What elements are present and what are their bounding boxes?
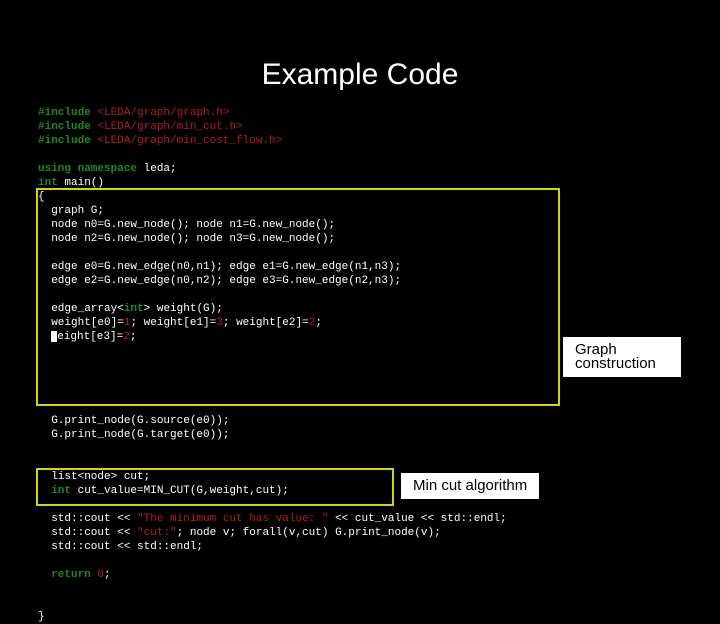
callout-graph: Graph construction <box>562 336 682 378</box>
code-text: << cut_value << std::endl; <box>328 513 506 525</box>
code-text: node n0=G.new_node(); node n1=G.new_node… <box>38 219 335 231</box>
num: 3 <box>216 317 223 329</box>
code-text: { <box>38 191 45 203</box>
code-text: ; node v; forall(v,cut) G.print_node(v); <box>177 527 441 539</box>
code-text: list<node> cut; <box>38 471 150 483</box>
code-text: } <box>38 611 45 623</box>
inc-path: <LEDA/graph/min_cost_flow.h> <box>97 135 282 147</box>
code-text: main() <box>64 177 104 189</box>
code-text: edge_array< <box>38 303 124 315</box>
kw-return: return <box>38 569 97 581</box>
code-block: #include <LEDA/graph/graph.h> #include <… <box>38 106 682 624</box>
code-text: eight[e3]= <box>57 331 123 343</box>
kw-include: #include <box>38 107 97 119</box>
code-text: graph G; <box>38 205 104 217</box>
code-text: > weight(G); <box>144 303 223 315</box>
code-text: G.print_node(G.source(e0)); <box>38 415 229 427</box>
code-text: leda; <box>144 163 177 175</box>
code-text: ; <box>104 569 111 581</box>
num: 0 <box>97 569 104 581</box>
kw-include: #include <box>38 121 97 133</box>
code-text <box>38 331 51 343</box>
code-text: weight[e0]= <box>38 317 124 329</box>
kw-int: int <box>38 177 64 189</box>
code-text: cut_value=MIN_CUT(G,weight,cut); <box>78 485 289 497</box>
code-text: ; weight[e1]= <box>130 317 216 329</box>
kw-include: #include <box>38 135 97 147</box>
code-text: ; <box>315 317 322 329</box>
code-text: std::cout << std::endl; <box>38 541 203 553</box>
inc-path: <LEDA/graph/graph.h> <box>97 107 229 119</box>
kw-int: int <box>124 303 144 315</box>
str: "cut:" <box>137 527 177 539</box>
code-text: G.print_node(G.target(e0)); <box>38 429 229 441</box>
code-text: node n2=G.new_node(); node n3=G.new_node… <box>38 233 335 245</box>
code-text: std::cout << <box>38 527 137 539</box>
slide-title: Example Code <box>0 0 720 106</box>
callout-mincut: Min cut algorithm <box>400 472 540 500</box>
code-text: std::cout << <box>38 513 137 525</box>
code-text: edge e0=G.new_edge(n0,n1); edge e1=G.new… <box>38 261 401 273</box>
kw-int: int <box>38 485 78 497</box>
code-text: ; <box>130 331 137 343</box>
kw-using: using namespace <box>38 163 144 175</box>
str: "The minimum cut has value: " <box>137 513 328 525</box>
code-text: edge e2=G.new_edge(n0,n2); edge e3=G.new… <box>38 275 401 287</box>
num: 2 <box>123 331 130 343</box>
inc-path: <LEDA/graph/min_cut.h> <box>97 121 242 133</box>
code-text: ; weight[e2]= <box>223 317 309 329</box>
